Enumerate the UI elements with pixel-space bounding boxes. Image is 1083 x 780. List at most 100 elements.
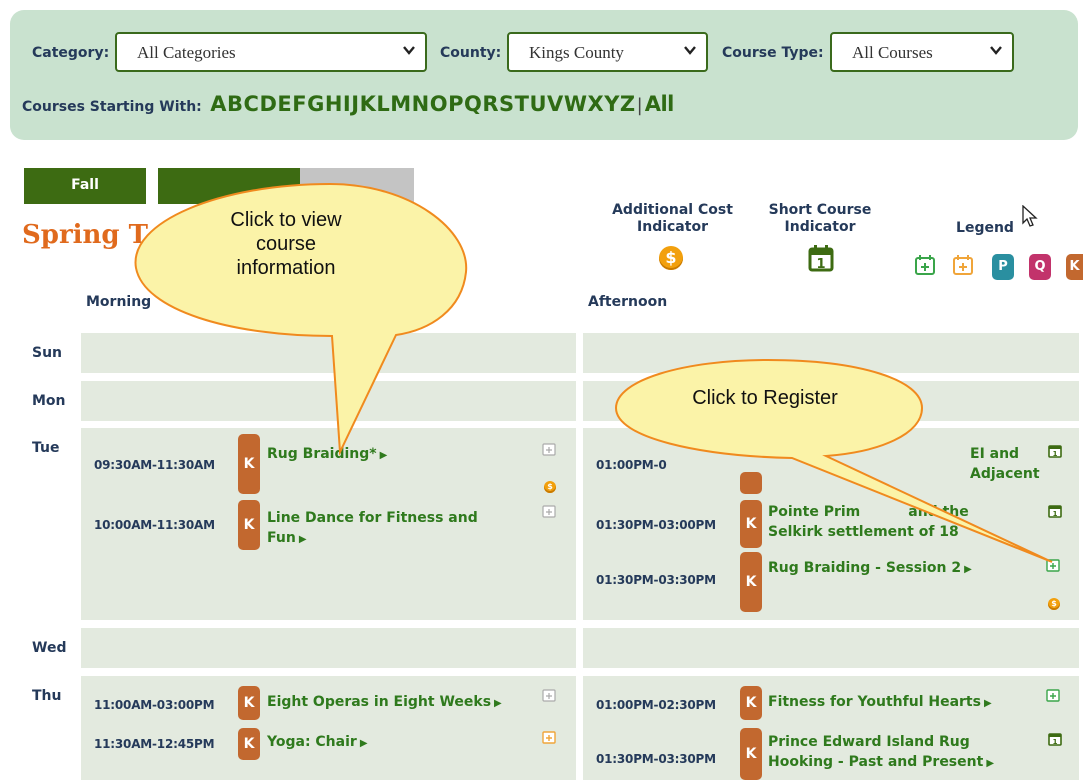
letter-link-l[interactable]: L <box>376 92 389 116</box>
course-type-select[interactable]: All Courses <box>830 32 1014 72</box>
register-calendar-icon[interactable] <box>542 688 556 702</box>
letter-link-n[interactable]: N <box>412 92 430 116</box>
letters-label: Courses Starting With: <box>22 99 202 115</box>
course-badge-k[interactable]: K <box>238 500 260 550</box>
letter-filter: Courses Starting With: ABCDEFGHIJKLMNOPQ… <box>22 92 674 116</box>
course-type-select-value: All Courses <box>852 43 933 62</box>
register-calendar-icon[interactable] <box>542 442 556 456</box>
course-link-rug-braiding-session-2[interactable]: Rug Braiding - Session 2 ▶ <box>768 558 972 580</box>
day-label-sun: Sun <box>32 345 63 361</box>
letter-link-j[interactable]: J <box>351 92 359 116</box>
letter-all-link[interactable]: All <box>645 92 675 116</box>
course-badge-k[interactable]: K <box>740 552 762 612</box>
day-label-mon: Mon <box>32 393 66 409</box>
tab-fall[interactable]: Fall <box>24 168 146 204</box>
course-link-rug-braiding[interactable]: Rug Braiding* ▶ <box>267 444 387 466</box>
course-badge-k[interactable]: K <box>740 686 762 720</box>
course-title: Yoga: Chair <box>267 734 357 750</box>
day-label-thu: Thu <box>32 688 62 704</box>
short-course-calendar-icon[interactable]: 1 <box>1048 504 1062 518</box>
course-link-eight-operas[interactable]: Eight Operas in Eight Weeks ▶ <box>267 692 502 714</box>
term-title: Spring T <box>22 220 149 250</box>
letter-separator: | <box>636 95 643 116</box>
register-calendar-icon[interactable] <box>1046 688 1060 702</box>
letter-link-b[interactable]: B <box>227 92 243 116</box>
letter-link-u[interactable]: U <box>529 92 546 116</box>
letter-link-e[interactable]: E <box>277 92 291 116</box>
letter-link-z[interactable]: Z <box>620 92 635 116</box>
letter-link-p[interactable]: P <box>448 92 463 116</box>
register-calendar-icon[interactable] <box>542 504 556 518</box>
callout-register-text: Click to Register <box>692 387 838 409</box>
course-title: Prince Edward Island Rug <box>768 734 970 750</box>
legend-badge-q: Q <box>1029 254 1051 280</box>
letter-link-x[interactable]: X <box>587 92 603 116</box>
letter-link-v[interactable]: V <box>547 92 563 116</box>
svg-text:1: 1 <box>1053 738 1058 746</box>
chevron-down-icon <box>990 46 1002 55</box>
tab-spring[interactable] <box>300 168 414 204</box>
letter-link-c[interactable]: C <box>244 92 259 116</box>
arrow-right-icon: ▶ <box>986 758 995 769</box>
course-title-part2: and the <box>908 504 969 520</box>
course-link-yoga-chair[interactable]: Yoga: Chair ▶ <box>267 732 368 754</box>
county-select-value: Kings County <box>529 43 624 62</box>
day-label-tue: Tue <box>32 440 60 456</box>
course-title: Fitness for Youthful Hearts <box>768 694 981 710</box>
svg-text:1: 1 <box>1053 450 1058 458</box>
dollar-coin-icon: $ <box>544 481 556 493</box>
letter-link-f[interactable]: F <box>292 92 306 116</box>
arrow-right-icon: ▶ <box>298 534 307 545</box>
filter-panel <box>10 10 1078 140</box>
course-link-pointe-prim[interactable]: Pointe Prim and the Selkirk settlement of … <box>768 502 969 542</box>
letter-link-r[interactable]: R <box>482 92 498 116</box>
letter-links: ABCDEFGHIJKLMNOPQRSTUVWXYZ <box>206 92 635 116</box>
course-badge-k[interactable]: K <box>740 500 762 548</box>
letter-link-g[interactable]: G <box>307 92 324 116</box>
letter-link-s[interactable]: S <box>499 92 514 116</box>
course-badge-k[interactable] <box>740 472 762 494</box>
course-title-line2: Selkirk settlement of 18 <box>768 524 959 540</box>
mouse-cursor-icon <box>1022 205 1038 227</box>
letter-link-h[interactable]: H <box>325 92 343 116</box>
dollar-coin-icon: $ <box>1048 598 1060 610</box>
county-select[interactable]: Kings County <box>507 32 708 72</box>
register-calendar-green-icon <box>915 255 935 275</box>
letter-link-w[interactable]: W <box>564 92 587 116</box>
course-badge-k[interactable]: K <box>238 434 260 494</box>
letter-link-k[interactable]: K <box>360 92 376 116</box>
register-calendar-icon[interactable] <box>542 730 556 744</box>
register-calendar-icon[interactable] <box>1046 558 1060 572</box>
letter-link-q[interactable]: Q <box>464 92 482 116</box>
legend-badge-p: P <box>992 254 1014 280</box>
arrow-right-icon: ▶ <box>964 564 972 575</box>
additional-cost-label: Additional Cost Indicator <box>612 202 733 235</box>
course-link-pei-adjacent[interactable]: EI and Adjacent <box>970 444 1083 484</box>
category-label: Category: <box>32 45 110 61</box>
callout-line: course <box>255 233 317 255</box>
letter-link-a[interactable]: A <box>210 92 226 116</box>
course-time: 11:00AM-03:00PM <box>94 698 215 712</box>
course-badge-k[interactable]: K <box>238 728 260 760</box>
arrow-right-icon: ▶ <box>359 738 368 749</box>
course-link-line-dance[interactable]: Line Dance for Fitness and Fun ▶ <box>267 508 478 550</box>
letter-link-t[interactable]: T <box>515 92 529 116</box>
course-badge-k[interactable]: K <box>238 686 260 720</box>
callout-view-info-text: Click to view course information <box>186 208 386 280</box>
course-title: Rug Braiding* <box>267 446 377 462</box>
course-title: Rug Braiding - Session 2 <box>768 560 962 576</box>
course-title-line2: Fun <box>267 530 296 546</box>
wed-morning-cell <box>81 628 576 668</box>
letter-link-d[interactable]: D <box>259 92 276 116</box>
category-select[interactable]: All Categories <box>115 32 427 72</box>
letter-link-o[interactable]: O <box>430 92 448 116</box>
course-badge-k[interactable]: K <box>740 728 762 780</box>
short-course-calendar-icon[interactable]: 1 <box>1048 444 1062 458</box>
letter-link-y[interactable]: Y <box>604 92 619 116</box>
course-link-pei-rug-hooking[interactable]: Prince Edward Island Rug Hooking - Past a… <box>768 732 994 774</box>
short-course-calendar-icon[interactable]: 1 <box>1048 732 1062 746</box>
legend-label: Legend <box>956 220 1014 236</box>
course-link-fitness-hearts[interactable]: Fitness for Youthful Hearts ▶ <box>768 692 992 714</box>
letter-link-i[interactable]: I <box>343 92 351 116</box>
letter-link-m[interactable]: M <box>390 92 411 116</box>
